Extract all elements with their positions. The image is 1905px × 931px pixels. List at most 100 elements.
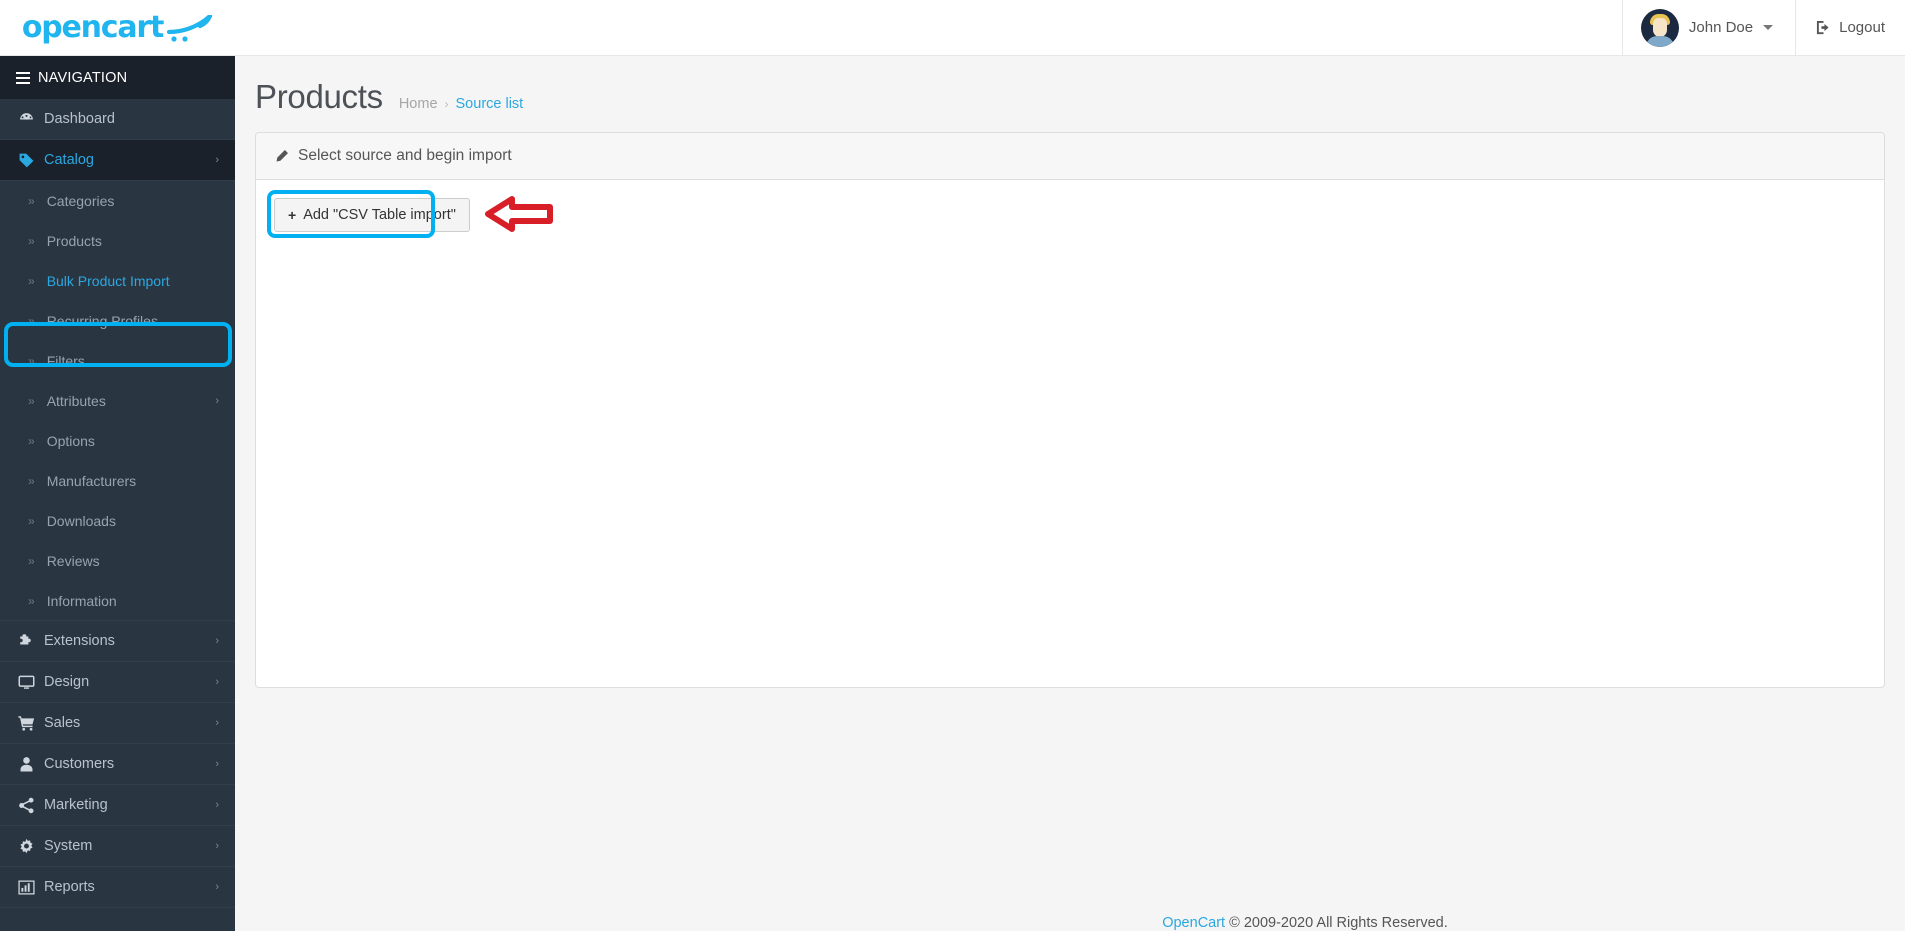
chevron-right-icon: »: [28, 394, 35, 408]
navigation-header[interactable]: NAVIGATION: [0, 56, 235, 99]
user-icon: [18, 756, 44, 773]
sidebar-item-label: Attributes: [46, 393, 106, 409]
sidebar-item-label: Marketing: [44, 797, 108, 813]
sidebar-item-label: Bulk Product Import: [46, 273, 170, 289]
chevron-right-icon: ›: [215, 395, 219, 407]
shopping-cart-icon: [18, 715, 44, 732]
import-panel: Select source and begin import + Add "CS…: [255, 132, 1885, 688]
sidebar-item-bulk-product-import[interactable]: » Bulk Product Import: [0, 261, 235, 301]
hamburger-icon: [16, 71, 30, 84]
chevron-right-icon: ›: [215, 676, 219, 688]
breadcrumb-item-source-list[interactable]: Source list: [456, 96, 524, 112]
brand-logo[interactable]: opencart: [0, 0, 235, 55]
sidebar-item-recurring-profiles[interactable]: » Recurring Profiles: [0, 301, 235, 341]
sidebar-item-options[interactable]: » Options: [0, 421, 235, 461]
chevron-right-icon: »: [28, 593, 35, 608]
add-csv-table-import-button[interactable]: + Add "CSV Table import": [274, 198, 470, 232]
navbar-right: John Doe Logout: [1621, 0, 1905, 55]
sidebar-item-customers[interactable]: Customers ›: [0, 744, 235, 785]
sidebar-item-label: Recurring Profiles: [46, 313, 158, 329]
sidebar-item-dashboard[interactable]: Dashboard: [0, 99, 235, 140]
sidebar-item-label: Extensions: [44, 633, 115, 649]
tag-icon: [18, 152, 44, 169]
sidebar-item-reports[interactable]: Reports ›: [0, 867, 235, 908]
chevron-right-icon: »: [28, 554, 35, 568]
sidebar-item-manufacturers[interactable]: » Manufacturers: [0, 461, 235, 501]
chevron-right-icon: ›: [215, 881, 219, 893]
sidebar-item-label: Reports: [44, 879, 95, 895]
sidebar-item-label: System: [44, 838, 93, 854]
chevron-right-icon: »: [28, 314, 35, 328]
footer-brand-link[interactable]: OpenCart: [1162, 915, 1225, 931]
chevron-right-icon: »: [28, 434, 35, 448]
panel-body: + Add "CSV Table import": [256, 180, 1884, 250]
sidebar-item-label: Filters: [46, 353, 85, 369]
add-csv-table-import-label: Add "CSV Table import": [303, 207, 456, 223]
sidebar-item-label: Manufacturers: [46, 473, 137, 489]
chevron-right-icon: »: [28, 354, 35, 368]
pencil-icon: [274, 149, 289, 164]
sidebar-item-categories[interactable]: » Categories: [0, 181, 235, 221]
sidebar-item-extensions[interactable]: Extensions ›: [0, 621, 235, 662]
sidebar-item-label: Information: [46, 592, 117, 609]
sidebar-item-label: Sales: [44, 715, 81, 731]
sidebar-item-label: Customers: [44, 756, 115, 772]
page-footer: OpenCart © 2009-2020 All Rights Reserved…: [470, 912, 1905, 931]
puzzle-icon: [18, 633, 44, 650]
sidebar-item-marketing[interactable]: Marketing ›: [0, 785, 235, 826]
chevron-right-icon: »: [28, 234, 35, 248]
sidebar-item-label: Dashboard: [44, 111, 115, 127]
breadcrumb-item-home[interactable]: Home: [399, 96, 438, 112]
main-content: Products Home › Source list Select sourc…: [235, 56, 1905, 931]
sidebar-item-label: Products: [46, 233, 102, 249]
sidebar-item-label: Categories: [46, 193, 115, 209]
sidebar: NAVIGATION Dashboard Catalog › » Categor…: [0, 56, 235, 931]
user-menu[interactable]: John Doe: [1621, 0, 1795, 55]
breadcrumb-separator: ›: [444, 97, 449, 111]
sidebar-item-information[interactable]: » Information: [0, 581, 235, 621]
chevron-right-icon: »: [28, 474, 35, 488]
sidebar-item-reviews[interactable]: » Reviews: [0, 541, 235, 581]
chevron-right-icon: ›: [215, 635, 219, 647]
sidebar-item-filters[interactable]: » Filters: [0, 341, 235, 381]
navigation-header-label: NAVIGATION: [38, 69, 128, 86]
plus-icon: +: [288, 207, 297, 223]
page-header: Products Home › Source list: [235, 56, 1905, 132]
logout-label: Logout: [1839, 19, 1885, 36]
brand-logo-text: opencart: [21, 10, 165, 45]
top-navbar: opencart John Doe Logout: [0, 0, 1905, 56]
dashboard-icon: [18, 111, 44, 128]
arrow-left-annotation: [484, 193, 556, 235]
logout-button[interactable]: Logout: [1795, 0, 1905, 55]
user-name-label: John Doe: [1688, 19, 1754, 36]
footer-copyright-text: © 2009-2020 All Rights Reserved.: [1225, 915, 1448, 931]
gear-icon: [18, 838, 44, 855]
sidebar-item-attributes[interactable]: » Attributes ›: [0, 381, 235, 421]
sidebar-item-products[interactable]: » Products: [0, 221, 235, 261]
panel-heading-label: Select source and begin import: [298, 147, 512, 164]
chevron-right-icon: »: [28, 274, 35, 288]
sidebar-item-sales[interactable]: Sales ›: [0, 703, 235, 744]
chevron-right-icon: ›: [215, 799, 219, 811]
user-avatar: [1640, 8, 1679, 47]
sidebar-item-catalog[interactable]: Catalog ›: [0, 140, 235, 181]
sidebar-item-label: Reviews: [46, 553, 100, 569]
sidebar-item-design[interactable]: Design ›: [0, 662, 235, 703]
share-icon: [18, 797, 44, 814]
chevron-right-icon: ›: [215, 154, 219, 166]
chevron-right-icon: »: [28, 514, 35, 528]
sidebar-item-label: Options: [46, 433, 95, 449]
breadcrumb: Home › Source list: [399, 96, 523, 112]
footer-copyright-line: OpenCart © 2009-2020 All Rights Reserved…: [470, 912, 1905, 931]
sidebar-item-system[interactable]: System ›: [0, 826, 235, 867]
sign-out-icon: [1816, 20, 1831, 35]
bar-chart-icon: [18, 879, 44, 896]
shopping-cart-swoosh-icon: [167, 13, 213, 43]
chevron-right-icon: »: [28, 194, 35, 208]
chevron-right-icon: ›: [215, 758, 219, 770]
page-title: Products: [255, 78, 383, 115]
chevron-right-icon: ›: [215, 717, 219, 729]
sidebar-item-downloads[interactable]: » Downloads: [0, 501, 235, 541]
chevron-right-icon: ›: [215, 840, 219, 852]
caret-down-icon: [1763, 25, 1774, 30]
